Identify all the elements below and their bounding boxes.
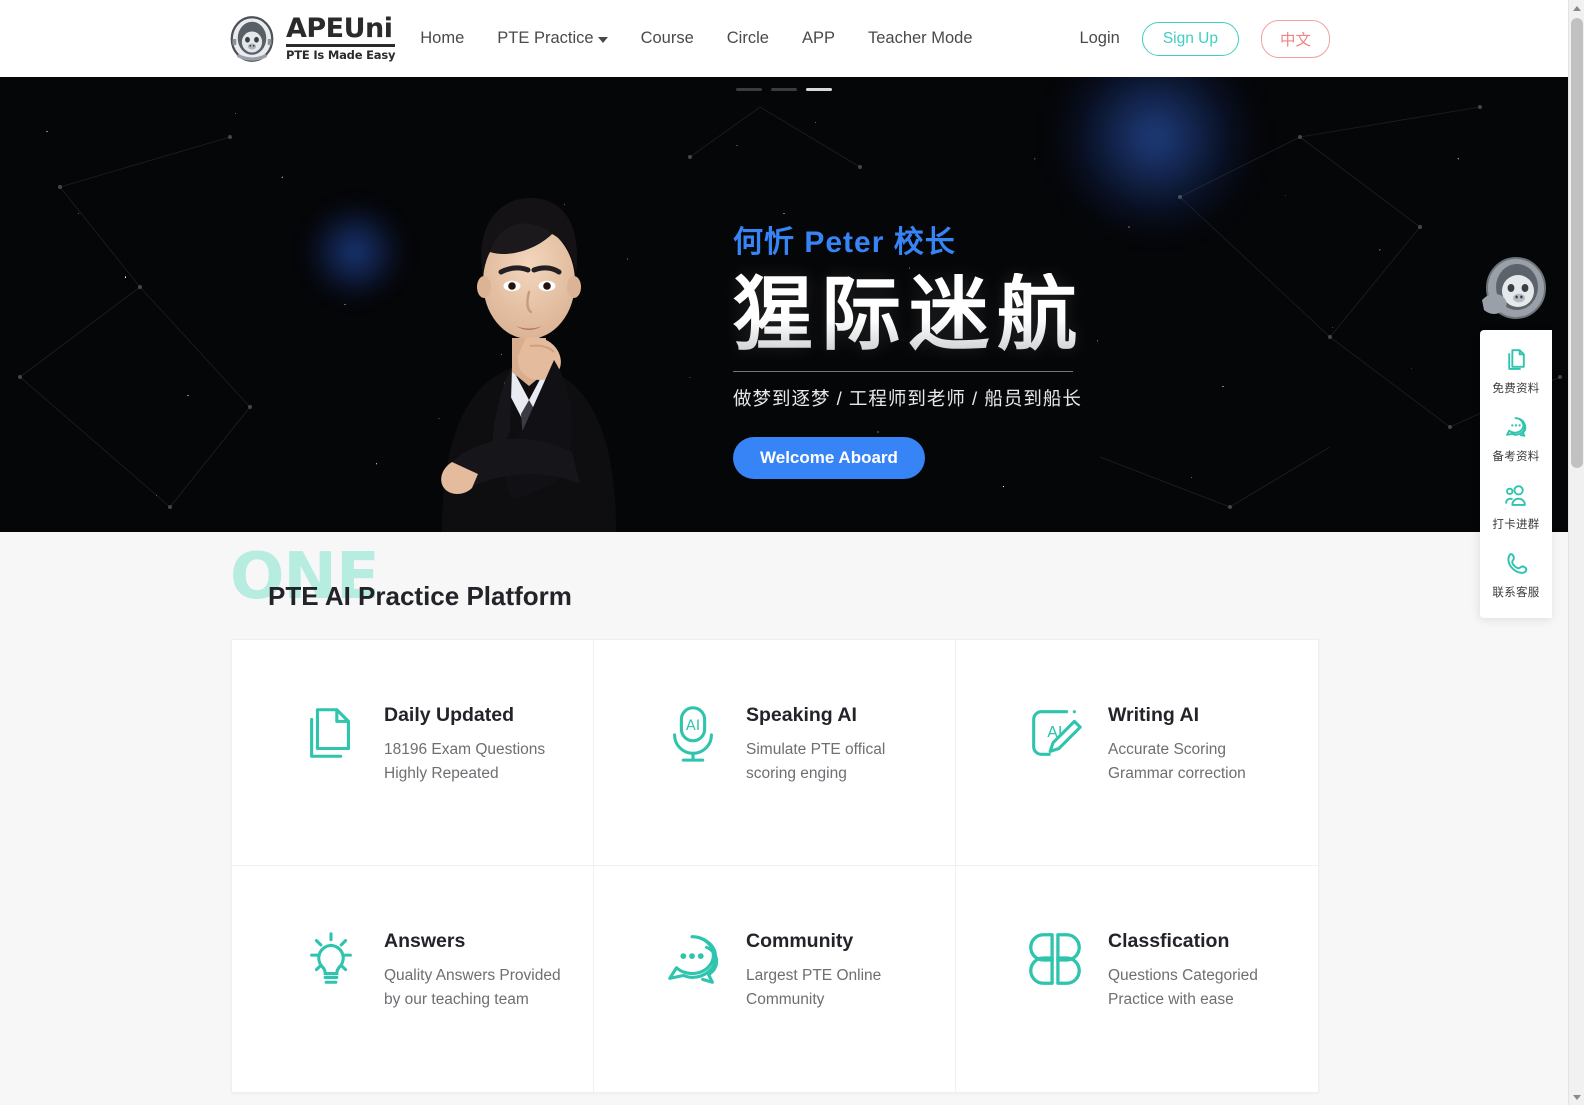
ape-astronaut-logo-icon xyxy=(228,15,276,63)
brand-logo[interactable]: APEUni PTE Is Made Easy xyxy=(228,15,395,63)
carousel-dot-3[interactable] xyxy=(806,88,832,91)
welcome-aboard-button[interactable]: Welcome Aboard xyxy=(733,437,925,479)
feature-line-1: Simulate PTE offical xyxy=(746,741,886,758)
carousel-indicators xyxy=(736,88,832,91)
feature-grid: Daily Updated 18196 Exam Questions Highl… xyxy=(231,639,1319,1093)
feature-line-1: 18196 Exam Questions xyxy=(384,741,546,758)
feature-card-daily-updated[interactable]: Daily Updated 18196 Exam Questions Highl… xyxy=(232,640,594,866)
nav-label: Circle xyxy=(726,29,769,47)
chevron-down-icon xyxy=(597,36,608,43)
page-content: APEUni PTE Is Made Easy Home PTE Practic… xyxy=(0,0,1568,1105)
side-item-label: 备考资料 xyxy=(1492,451,1540,463)
feature-card-answers[interactable]: Answers Quality Answers Provided by our … xyxy=(232,866,594,1092)
nav-label: Home xyxy=(420,29,465,47)
feature-card-body: Writing AI Accurate Scoring Grammar corr… xyxy=(1108,702,1246,786)
feature-line-1: Accurate Scoring xyxy=(1108,741,1227,758)
main-nav: Home PTE Practice Course Circle APP Teac… xyxy=(420,29,972,48)
feature-line-1: Questions Categoried xyxy=(1108,967,1258,984)
site-header: APEUni PTE Is Made Easy Home PTE Practic… xyxy=(0,0,1568,77)
hero-kicker: 何忻 Peter 校长 xyxy=(733,226,956,259)
hero-copy: 何忻 Peter 校长 猩际迷航 做梦到逐梦 / 工程师到老师 / 船员到船长 … xyxy=(733,225,1203,479)
hero-carousel: 何忻 Peter 校长 猩际迷航 做梦到逐梦 / 工程师到老师 / 船员到船长 … xyxy=(0,77,1568,532)
feature-card-writing-ai[interactable]: AI Writing AI Accurate Scoring Grammar c… xyxy=(956,640,1318,866)
side-item-contact-support[interactable]: 联系客服 xyxy=(1480,542,1552,610)
brand-text: APEUni PTE Is Made Easy xyxy=(286,15,395,62)
scroll-up-arrow-icon[interactable] xyxy=(1569,0,1584,16)
svg-text:AI: AI xyxy=(1047,723,1062,741)
microphone-ai-icon: AI xyxy=(662,702,724,769)
nav-item-app[interactable]: APP xyxy=(802,29,835,48)
nav-item-course[interactable]: Course xyxy=(641,29,694,48)
feature-title: Classfication xyxy=(1108,930,1230,952)
carousel-dot-2[interactable] xyxy=(771,88,797,91)
platform-section: ONE PTE AI Practice Platform Daily Updat… xyxy=(0,532,1568,1093)
feature-line-2: Highly Repeated xyxy=(384,765,499,783)
hero-subtitle: 做梦到逐梦 / 工程师到老师 / 船员到船长 xyxy=(733,388,1082,409)
document-icon xyxy=(1504,347,1529,377)
feature-line-2: Practice with ease xyxy=(1108,991,1234,1009)
vertical-scrollbar[interactable] xyxy=(1568,0,1584,1105)
browser-viewport: APEUni PTE Is Made Easy Home PTE Practic… xyxy=(0,0,1584,1105)
section-heading: ONE PTE AI Practice Platform xyxy=(230,545,1568,621)
svg-text:AI: AI xyxy=(686,718,700,734)
nav-item-circle[interactable]: Circle xyxy=(727,29,769,48)
feature-card-speaking-ai[interactable]: AI Speaking AI Simulate PTE offical scor… xyxy=(594,640,956,866)
chat-icon xyxy=(1504,415,1529,445)
nav-label: Teacher Mode xyxy=(867,29,973,47)
feature-card-classfication[interactable]: Classfication Questions Categoried Pract… xyxy=(956,866,1318,1092)
feature-line-2: Grammar correction xyxy=(1108,765,1246,783)
ai-pencil-icon: AI xyxy=(1024,702,1086,769)
side-item-free-materials[interactable]: 免费资料 xyxy=(1480,338,1552,406)
feature-title: Daily Updated xyxy=(384,704,515,726)
documents-icon xyxy=(300,702,362,769)
side-item-join-group[interactable]: 打卡进群 xyxy=(1480,474,1552,542)
side-quick-links-panel: 免费资料 备考资料 打卡进群 联系客服 xyxy=(1480,330,1552,618)
nav-label: PTE Practice xyxy=(497,29,594,47)
feature-card-body: Daily Updated 18196 Exam Questions Highl… xyxy=(384,702,545,786)
feature-card-community[interactable]: Community Largest PTE Online Community xyxy=(594,866,956,1092)
side-item-exam-prep[interactable]: 备考资料 xyxy=(1480,406,1552,474)
feature-card-body: Speaking AI Simulate PTE offical scoring… xyxy=(746,702,885,786)
feature-card-body: Answers Quality Answers Provided by our … xyxy=(384,928,561,1012)
hero-divider xyxy=(733,371,1073,372)
feature-line-1: Quality Answers Provided xyxy=(384,967,561,984)
feature-line-2: scoring enging xyxy=(746,765,847,783)
feature-card-body: Classfication Questions Categoried Pract… xyxy=(1108,928,1258,1012)
group-people-icon xyxy=(1504,483,1529,513)
chat-bubbles-icon xyxy=(662,928,724,995)
side-item-label: 联系客服 xyxy=(1492,587,1540,599)
hero-title: 猩际迷航 xyxy=(733,273,1203,357)
brand-tagline: PTE Is Made Easy xyxy=(286,48,396,63)
feature-card-body: Community Largest PTE Online Community xyxy=(746,928,881,1012)
feature-line-1: Largest PTE Online xyxy=(746,967,882,984)
feature-title: Answers xyxy=(384,930,466,952)
nav-item-pte-practice[interactable]: PTE Practice xyxy=(497,29,608,48)
nav-item-teacher-mode[interactable]: Teacher Mode xyxy=(868,29,973,48)
login-link[interactable]: Login xyxy=(1079,29,1119,48)
header-actions: Login Sign Up 中文 xyxy=(1079,19,1330,58)
nav-item-home[interactable]: Home xyxy=(420,29,464,48)
feature-line-2: Community xyxy=(746,991,825,1009)
feature-title: Community xyxy=(746,930,854,952)
brand-name: APEUni xyxy=(286,15,396,48)
nav-label: APP xyxy=(801,29,835,47)
phone-icon xyxy=(1504,551,1529,581)
side-item-label: 免费资料 xyxy=(1492,383,1540,395)
feature-title: Speaking AI xyxy=(746,704,857,726)
instructor-portrait xyxy=(441,198,616,532)
lightbulb-icon xyxy=(300,928,362,995)
scrollbar-thumb[interactable] xyxy=(1571,18,1583,468)
page-title: PTE AI Practice Platform xyxy=(268,581,572,611)
feature-title: Writing AI xyxy=(1108,704,1199,726)
four-petals-icon xyxy=(1024,928,1086,995)
feature-line-2: by our teaching team xyxy=(384,991,529,1009)
signup-button[interactable]: Sign Up xyxy=(1141,21,1239,56)
side-item-label: 打卡进群 xyxy=(1492,519,1540,531)
nav-label: Course xyxy=(640,29,694,47)
scroll-down-arrow-icon[interactable] xyxy=(1569,1089,1584,1105)
carousel-dot-1[interactable] xyxy=(736,88,762,91)
language-toggle-button[interactable]: 中文 xyxy=(1260,19,1330,58)
